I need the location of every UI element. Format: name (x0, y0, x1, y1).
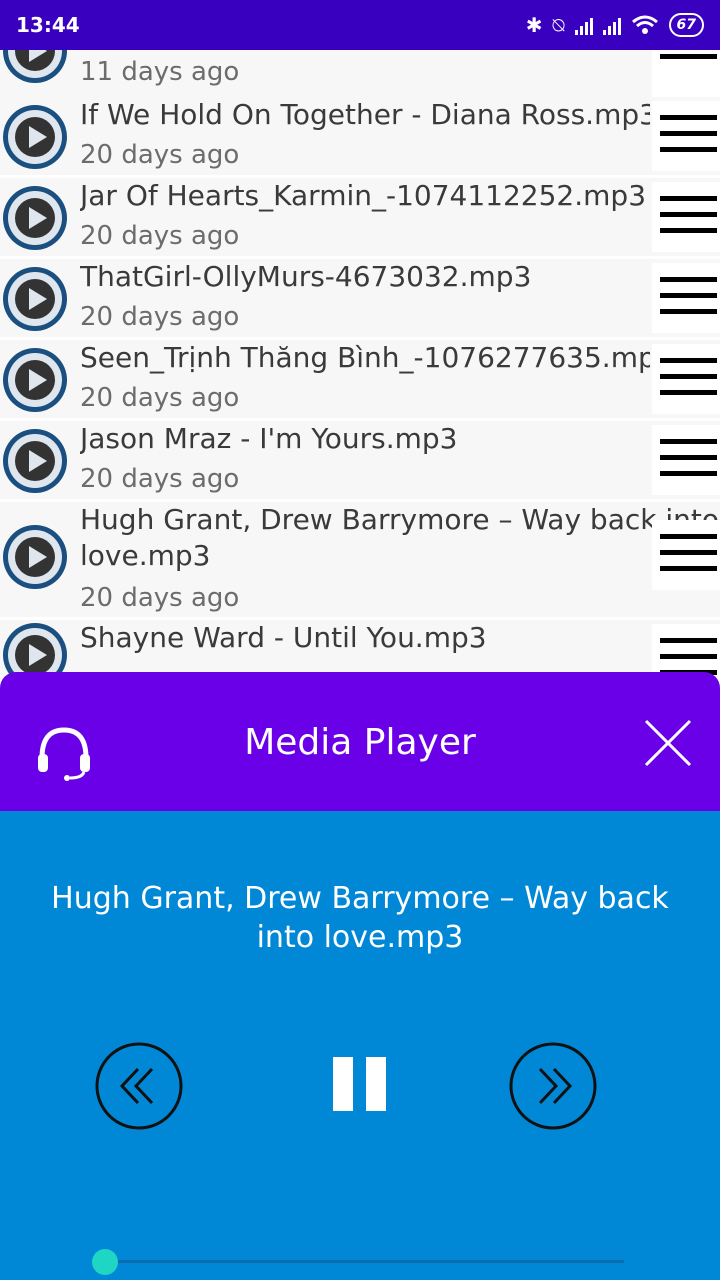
song-date: 11 days ago (80, 57, 240, 87)
play-icon[interactable] (0, 620, 70, 680)
play-icon[interactable] (0, 102, 70, 172)
play-icon[interactable] (0, 345, 70, 415)
song-date: 20 days ago (80, 302, 240, 332)
menu-icon[interactable] (652, 344, 720, 414)
song-title: Shayne Ward - Until You.mp3 (80, 621, 487, 654)
status-icons: ✱ ⍉ 67 (526, 13, 704, 37)
list-item[interactable]: ThatGirl-OllyMurs-4673032.mp3 20 days ag… (0, 259, 720, 337)
list-item[interactable]: Seen_Trịnh Thăng Bình_-1076277635.mp3 20… (0, 340, 720, 418)
song-date: 20 days ago (80, 221, 240, 251)
fast-forward-button[interactable] (508, 1041, 598, 1131)
song-title: Hugh Grant, Drew Barrymore – Way back in… (80, 503, 719, 572)
song-title: Jar Of Hearts_Karmin_-1074112252.mp3 (80, 179, 647, 212)
song-title: Seen_Trịnh Thăng Bình_-1076277635.mp3 (80, 341, 650, 374)
song-date: 20 days ago (80, 383, 240, 413)
signal-icon (574, 15, 593, 35)
list-item[interactable]: Hugh Grant, Drew Barrymore – Way back in… (0, 502, 720, 617)
bluetooth-icon: ✱ (525, 13, 543, 37)
song-date: 20 days ago (80, 583, 240, 613)
pause-button[interactable] (330, 1055, 390, 1113)
wifi-icon (631, 15, 658, 34)
song-list: 11 days ago If We Hold On Together - Dia… (0, 0, 720, 680)
seek-bar[interactable] (104, 1260, 624, 1263)
play-icon[interactable] (0, 183, 70, 253)
list-item[interactable]: Jason Mraz - I'm Yours.mp3 20 days ago (0, 421, 720, 499)
menu-icon[interactable] (652, 425, 720, 495)
menu-icon[interactable] (652, 182, 720, 252)
list-item[interactable]: Jar Of Hearts_Karmin_-1074112252.mp3 20 … (0, 178, 720, 256)
song-date: 20 days ago (80, 464, 240, 494)
play-icon[interactable] (0, 426, 70, 496)
status-bar: 13:44 ✱ ⍉ 67 (0, 0, 720, 50)
alarm-off-icon: ⍉ (552, 13, 565, 37)
rewind-button[interactable] (94, 1041, 184, 1131)
play-icon[interactable] (0, 264, 70, 334)
menu-icon[interactable] (652, 263, 720, 333)
status-time: 13:44 (16, 13, 80, 37)
menu-icon[interactable] (652, 520, 720, 590)
player-body: Hugh Grant, Drew Barrymore – Way back in… (0, 811, 720, 1280)
menu-icon[interactable] (652, 101, 720, 171)
battery-icon: 67 (668, 13, 704, 37)
seek-thumb[interactable] (92, 1249, 118, 1275)
now-playing-title: Hugh Grant, Drew Barrymore – Way back in… (51, 881, 669, 955)
list-item[interactable]: If We Hold On Together - Diana Ross.mp3 … (0, 97, 720, 175)
close-icon[interactable] (640, 715, 696, 771)
song-title: Jason Mraz - I'm Yours.mp3 (80, 422, 458, 455)
signal-icon (602, 15, 621, 35)
player-title: Media Player (244, 722, 476, 763)
play-icon[interactable] (0, 522, 70, 592)
list-item[interactable]: Shayne Ward - Until You.mp3 (0, 620, 720, 680)
player-header: Media Player (0, 672, 720, 812)
song-title: If We Hold On Together - Diana Ross.mp3 (80, 98, 650, 131)
song-title: ThatGirl-OllyMurs-4673032.mp3 (80, 260, 532, 293)
song-date: 20 days ago (80, 140, 240, 170)
